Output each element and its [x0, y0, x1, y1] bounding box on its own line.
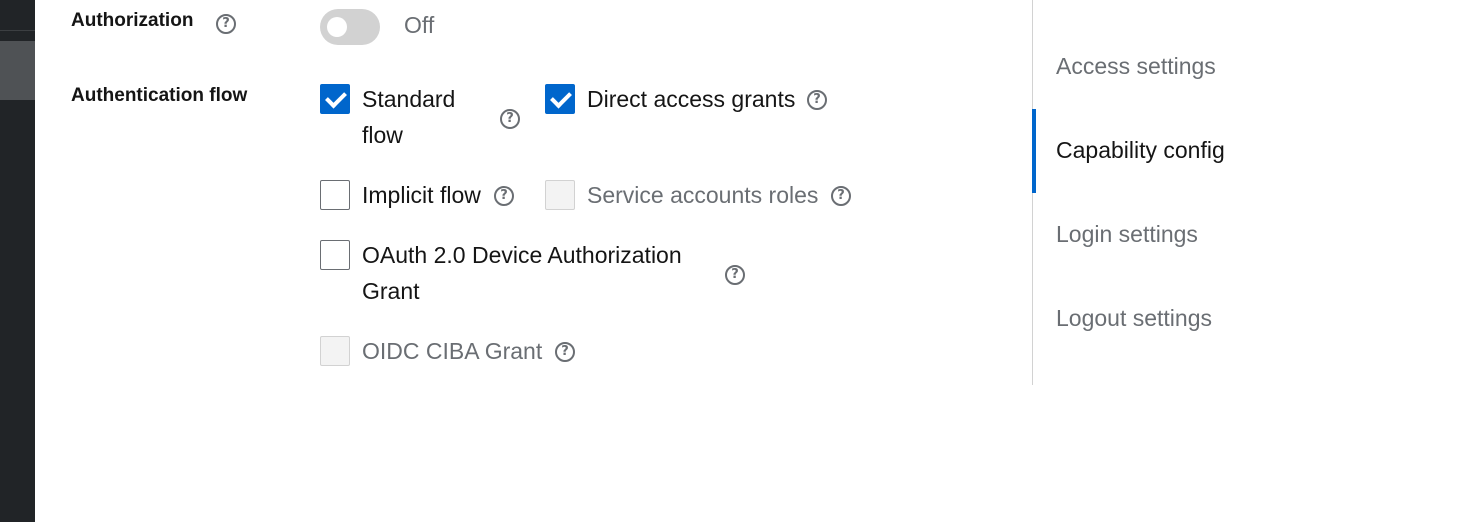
- oidc-ciba-grant-checkbox: [320, 336, 350, 366]
- service-accounts-roles-help-icon[interactable]: ?: [831, 186, 851, 206]
- authentication-flow-label: Authentication flow: [71, 85, 248, 106]
- nav-active-item[interactable]: [0, 41, 35, 100]
- authorization-help-icon[interactable]: ?: [216, 14, 236, 34]
- oauth-device-grant-help-icon[interactable]: ?: [725, 265, 745, 285]
- direct-access-grants-checkbox[interactable]: [545, 84, 575, 114]
- left-nav-bar: [0, 0, 35, 522]
- jump-link-active-indicator: [1032, 109, 1036, 193]
- jump-link-login-settings[interactable]: Login settings: [1056, 221, 1198, 248]
- service-accounts-roles-checkbox: [545, 180, 575, 210]
- oauth-device-grant-label[interactable]: OAuth 2.0 Device Authorization: [362, 237, 682, 273]
- implicit-flow-help-icon[interactable]: ?: [494, 186, 514, 206]
- standard-flow-checkbox[interactable]: [320, 84, 350, 114]
- implicit-flow-checkbox[interactable]: [320, 180, 350, 210]
- nav-divider: [0, 30, 35, 31]
- authorization-label: Authorization: [71, 10, 194, 31]
- oidc-ciba-grant-help-icon[interactable]: ?: [555, 342, 575, 362]
- authorization-switch[interactable]: [320, 9, 380, 45]
- direct-access-grants-label[interactable]: Direct access grants: [587, 81, 795, 117]
- standard-flow-help-icon[interactable]: ?: [500, 109, 520, 129]
- jump-link-access-settings[interactable]: Access settings: [1056, 53, 1216, 80]
- direct-access-grants-help-icon[interactable]: ?: [807, 90, 827, 110]
- standard-flow-label-line2[interactable]: flow: [362, 117, 403, 153]
- service-accounts-roles-label: Service accounts roles: [587, 182, 819, 208]
- jump-link-logout-settings[interactable]: Logout settings: [1056, 305, 1212, 332]
- jump-link-capability-config[interactable]: Capability config: [1056, 137, 1225, 164]
- implicit-flow-label[interactable]: Implicit flow: [362, 177, 481, 213]
- authorization-switch-state: Off: [404, 12, 435, 38]
- oauth-device-grant-label-line2[interactable]: Grant: [362, 273, 420, 309]
- switch-knob: [327, 17, 347, 37]
- oauth-device-grant-checkbox[interactable]: [320, 240, 350, 270]
- standard-flow-label[interactable]: Standard: [362, 81, 455, 117]
- oidc-ciba-grant-label: OIDC CIBA Grant: [362, 338, 543, 364]
